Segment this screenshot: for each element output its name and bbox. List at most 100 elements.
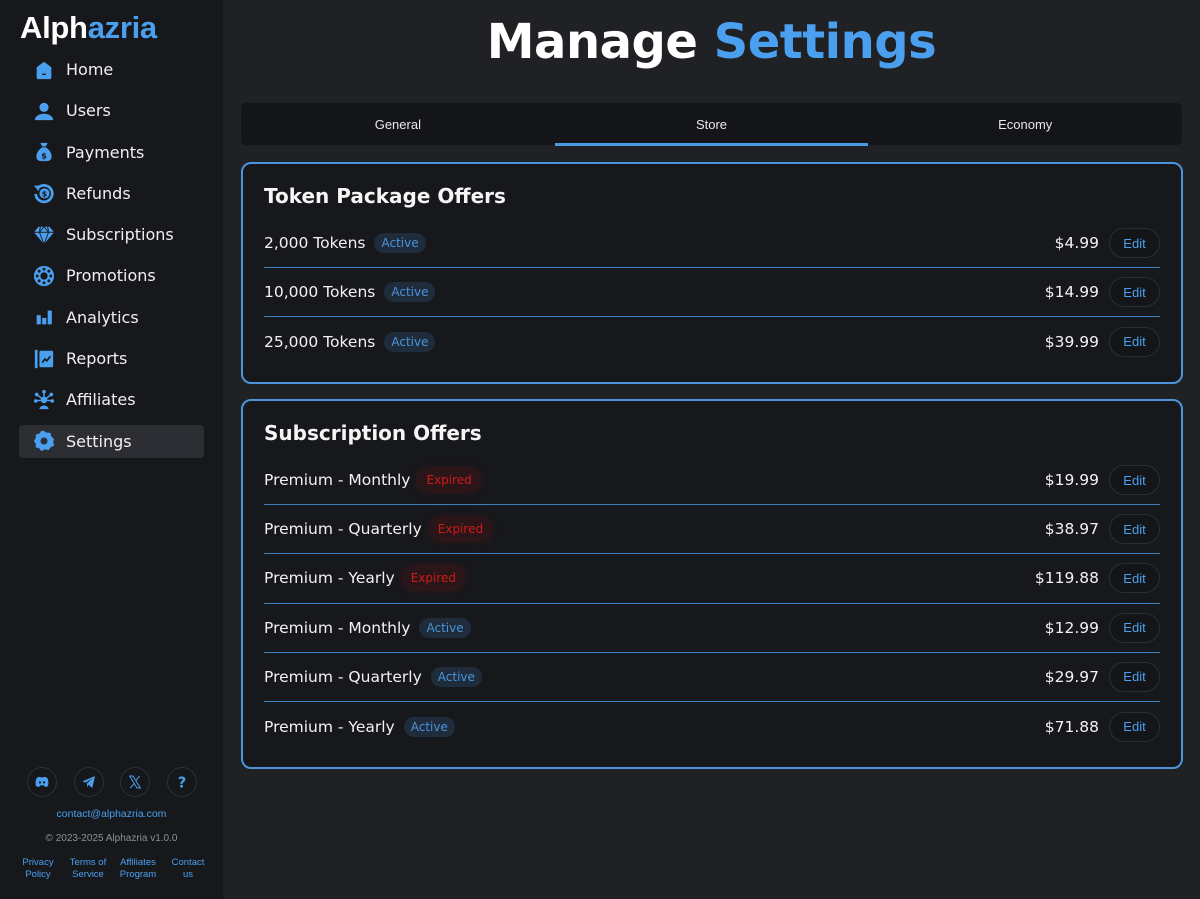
edit-button[interactable]: Edit [1109,514,1160,545]
status-badge: Active [419,617,471,638]
tab-economy[interactable]: Economy [868,103,1182,145]
edit-button[interactable]: Edit [1109,711,1160,742]
sidebar-item-label: Refunds [66,183,131,203]
offer-name: 10,000 Tokens [264,283,376,302]
link-line: Affiliates [120,857,156,868]
copyright-text: © 2023-2025 Alphazria v1.0.0 [45,833,178,844]
status-badge: Active [384,331,436,352]
card-title: Subscription Offers [264,421,482,445]
sidebar-item-label: Affiliates [66,390,136,410]
svg-text:$: $ [41,151,47,161]
sidebar-item-affiliates[interactable]: Affiliates [19,383,204,416]
sidebar-item-payments[interactable]: $ Payments [19,136,204,169]
sidebar-item-subscriptions[interactable]: Subscriptions [19,218,204,251]
link-line: Service [72,868,104,880]
link-line: us [182,868,194,880]
gear-icon [33,430,55,452]
money-bag-icon: $ [33,141,55,163]
footer-links: Privacy Policy Terms of Service Affiliates… [15,857,211,880]
sidebar-item-users[interactable]: Users [19,94,204,127]
offer-row: Premium - Monthly Active $12.99 Edit [264,604,1160,653]
status-badge: Active [374,233,426,254]
sidebar-item-settings[interactable]: Settings [19,424,204,458]
diamond-icon [33,224,55,246]
offer-row: Premium - Quarterly Active $29.97 Edit [264,653,1160,702]
edit-button[interactable]: Edit [1109,326,1160,357]
offer-row: 25,000 Tokens Active $39.99 Edit [264,317,1160,366]
terms-of-service-link[interactable]: Terms of Service [65,857,111,880]
link-line: Policy [25,868,51,880]
offer-name: Premium - Monthly [264,471,411,490]
offer-row: Premium - Monthly Expired $19.99 Edit [264,456,1160,506]
edit-button[interactable]: Edit [1109,465,1160,496]
contact-email-link[interactable]: contact@alphazria.com [0,808,223,820]
user-icon [33,100,55,122]
x-icon [129,775,142,789]
x-button[interactable] [120,767,151,797]
home-icon [33,59,55,81]
offer-price: $12.99 [1044,618,1099,637]
telegram-button[interactable] [73,767,104,797]
offer-price: $39.99 [1044,332,1099,351]
affiliates-program-link[interactable]: Affiliates Program [115,857,161,880]
privacy-policy-link[interactable]: Privacy Policy [15,857,61,880]
offer-row: Premium - Quarterly Expired $38.97 Edit [264,505,1160,555]
svg-text:$: $ [42,189,48,199]
offer-name: 2,000 Tokens [264,234,366,253]
offer-row: Premium - Yearly Active $71.88 Edit [264,702,1160,751]
tab-general[interactable]: General [241,103,555,145]
sidebar-item-home[interactable]: Home [19,53,204,86]
status-badge: Expired [403,568,464,589]
sidebar-item-label: Settings [66,431,132,451]
discord-button[interactable] [27,767,57,797]
sidebar-item-label: Home [66,60,114,79]
edit-button[interactable]: Edit [1109,277,1160,308]
offer-row: 2,000 Tokens Active $4.99 Edit [264,219,1160,269]
sidebar-item-label: Users [66,101,111,121]
sidebar-item-label: Reports [66,349,128,369]
svg-text:?: ? [178,774,187,790]
sidebar-item-reports[interactable]: Reports [19,342,204,375]
brand-logo-part1: Alph [20,10,88,45]
offer-name: 25,000 Tokens [264,332,376,351]
offer-price: $19.99 [1044,471,1099,490]
sidebar-nav: Home Users $ Payments $ Refunds Subscrip… [19,53,204,466]
help-icon: ? [178,774,187,790]
offer-price: $71.88 [1044,717,1099,736]
report-icon [33,348,55,370]
contact-us-link[interactable]: Contact us [165,857,211,880]
edit-button[interactable]: Edit [1109,563,1160,594]
edit-button[interactable]: Edit [1109,228,1160,259]
offer-row: Premium - Yearly Expired $119.88 Edit [264,554,1160,604]
page-title-part1: Manage [486,14,698,70]
page-title-part2: Settings [713,14,937,70]
help-button[interactable]: ? [166,767,197,797]
offer-name: Premium - Monthly [264,618,411,637]
sidebar-item-analytics[interactable]: Analytics [19,301,204,334]
token-package-offers-card: Token Package Offers 2,000 Tokens Active… [241,162,1183,384]
tab-store[interactable]: Store [554,103,869,146]
settings-tabs: General Store Economy [241,103,1182,146]
offer-row: 10,000 Tokens Active $14.99 Edit [264,268,1160,318]
sidebar-item-label: Analytics [66,307,139,327]
brand-logo[interactable]: Alphazria [20,10,157,46]
promotion-icon [33,265,55,287]
discord-icon [35,776,49,787]
edit-button[interactable]: Edit [1109,612,1160,643]
telegram-icon [81,776,95,788]
subscription-offers-card: Subscription Offers Premium - Monthly Ex… [241,399,1183,769]
sidebar-item-label: Subscriptions [66,225,174,245]
status-badge: Active [384,282,436,303]
offer-name: Premium - Yearly [264,569,395,588]
edit-button[interactable]: Edit [1109,661,1160,692]
social-links: ? [27,767,197,797]
status-badge: Active [403,716,455,737]
sidebar: Alphazria Home Users $ Payments $ Refund… [0,0,223,899]
bar-chart-icon [33,306,55,328]
offer-price: $38.97 [1044,520,1099,539]
offer-price: $4.99 [1054,234,1099,253]
offer-name: Premium - Quarterly [264,520,422,539]
sidebar-item-refunds[interactable]: $ Refunds [19,177,204,210]
sidebar-item-promotions[interactable]: Promotions [19,259,204,292]
offer-price: $14.99 [1044,283,1099,302]
